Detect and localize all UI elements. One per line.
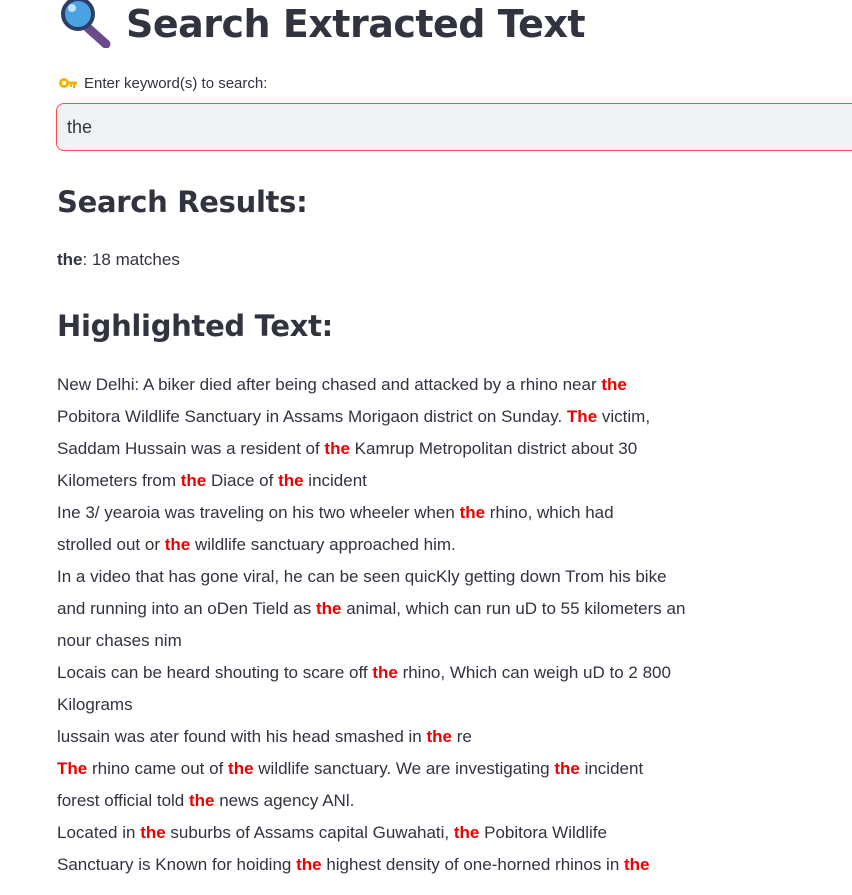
highlighted-line: Kilometers from the Diace of the inciden… xyxy=(57,465,837,497)
text-segment: wildlife sanctuary approached him. xyxy=(190,535,456,554)
magnifying-glass-icon xyxy=(60,0,114,49)
text-segment: rhino, which had xyxy=(485,503,614,522)
highlighted-line: and running into an oDen Tield as the an… xyxy=(57,593,837,625)
text-segment: Saddam Hussain was a resident of xyxy=(57,439,325,458)
highlighted-line: Ine 3/ yearoia was traveling on his two … xyxy=(57,497,837,529)
text-segment: strolled out or xyxy=(57,535,165,554)
keyword-highlight: the xyxy=(278,471,304,490)
highlighted-line: strolled out or the wildlife sanctuary a… xyxy=(57,529,837,561)
keyword-highlight: the xyxy=(426,727,452,746)
text-segment: In a video that has gone viral, he can b… xyxy=(57,567,667,586)
app-page: Search Extracted Text Enter keyword(s) t… xyxy=(0,0,852,895)
text-segment: Sanctuary is Known for hoiding xyxy=(57,855,297,874)
search-label-text: Enter keyword(s) to search: xyxy=(84,74,268,92)
text-segment: Kamrup Metropolitan district about 30 xyxy=(349,439,638,458)
text-segment: Kilograms xyxy=(57,695,133,714)
keyword-highlight: the xyxy=(624,855,650,874)
highlighted-line: In a video that has gone viral, he can b… xyxy=(57,561,837,593)
text-segment: highest density of one-horned rhinos in xyxy=(321,855,625,874)
search-results-heading: Search Results: xyxy=(57,185,308,219)
highlighted-line: The rhino came out of the wildlife sanct… xyxy=(57,753,837,785)
keyword-highlight: the xyxy=(554,759,580,778)
highlighted-line: Sanctuary is Known for hoiding the highe… xyxy=(57,849,837,881)
text-segment: Ine 3/ yearoia was traveling on his two … xyxy=(57,503,460,522)
text-segment: wildlife sanctuary. We are investigating xyxy=(253,759,555,778)
text-segment: Locais can be heard shouting to scare of… xyxy=(57,663,373,682)
text-segment: forest official told xyxy=(57,791,189,810)
highlighted-line: Pobitora Wildlife Sanctuary in Assams Mo… xyxy=(57,401,837,433)
text-segment: news agency ANl. xyxy=(214,791,355,810)
highlighted-line: forest official told the news agency ANl… xyxy=(57,785,837,817)
search-field[interactable] xyxy=(56,103,852,151)
keyword-highlight: the xyxy=(140,823,166,842)
highlighted-line: Saddam Hussain was a resident of the Kam… xyxy=(57,433,837,465)
keyword-highlight: the xyxy=(453,823,480,842)
keyword-highlight: the xyxy=(296,855,322,874)
text-segment: suburbs of Assams capital Guwahati, xyxy=(165,823,454,842)
text-segment: rhino, Which can weigh uD to 2 800 xyxy=(397,663,671,682)
keyword-highlight: The xyxy=(57,759,88,778)
search-label: Enter keyword(s) to search: xyxy=(58,73,267,93)
results-keyword: the xyxy=(57,250,83,269)
highlighted-line: Locais can be heard shouting to scare of… xyxy=(57,657,837,689)
text-segment: Pobitora Wildlife xyxy=(479,823,607,842)
highlighted-line: lussain was ater found with his head sma… xyxy=(57,721,837,753)
text-segment: lussain was ater found with his head sma… xyxy=(57,727,427,746)
search-input[interactable] xyxy=(57,104,852,150)
text-segment: Located in xyxy=(57,823,141,842)
page-header: Search Extracted Text xyxy=(60,0,586,49)
text-segment: incident xyxy=(303,471,367,490)
keyword-highlight: the xyxy=(324,439,350,458)
text-segment: Pobitora Wildlife Sanctuary in Assams Mo… xyxy=(57,407,567,426)
text-segment: rhino came out of xyxy=(87,759,229,778)
keyword-highlight: the xyxy=(188,791,215,810)
text-segment: and running into an oDen Tield as xyxy=(57,599,316,618)
keyword-highlight: the xyxy=(315,599,342,618)
text-segment: re xyxy=(451,727,472,746)
highlighted-line: New Delhi: A biker died after being chas… xyxy=(57,369,837,401)
keyword-highlight: The xyxy=(566,407,598,426)
highlighted-line: nour chases nim xyxy=(57,625,837,657)
keyword-highlight: the xyxy=(164,535,191,554)
results-count: : 18 matches xyxy=(82,250,180,269)
keyword-highlight: the xyxy=(601,375,627,394)
highlighted-line: Kilograms xyxy=(57,689,837,721)
keyword-highlight: the xyxy=(180,471,207,490)
page-title: Search Extracted Text xyxy=(126,2,586,46)
text-segment: animal, which can run uD to 55 kilometer… xyxy=(341,599,686,618)
text-segment: Kilometers from xyxy=(57,471,181,490)
keyword-highlight: the xyxy=(372,663,398,682)
keyword-highlight: the xyxy=(459,503,486,522)
text-segment: New Delhi: A biker died after being chas… xyxy=(57,375,602,394)
text-segment: Diace of xyxy=(206,471,279,490)
text-segment: victim, xyxy=(597,407,651,426)
text-segment: incident xyxy=(579,759,644,778)
key-icon xyxy=(58,75,78,91)
highlighted-line: Located in the suburbs of Assams capital… xyxy=(57,817,837,849)
highlighted-text-heading: Highlighted Text: xyxy=(57,309,333,343)
highlighted-text-body: New Delhi: A biker died after being chas… xyxy=(57,369,837,881)
results-summary: the: 18 matches xyxy=(57,250,180,270)
text-segment: nour chases nim xyxy=(57,631,182,650)
keyword-highlight: the xyxy=(228,759,254,778)
